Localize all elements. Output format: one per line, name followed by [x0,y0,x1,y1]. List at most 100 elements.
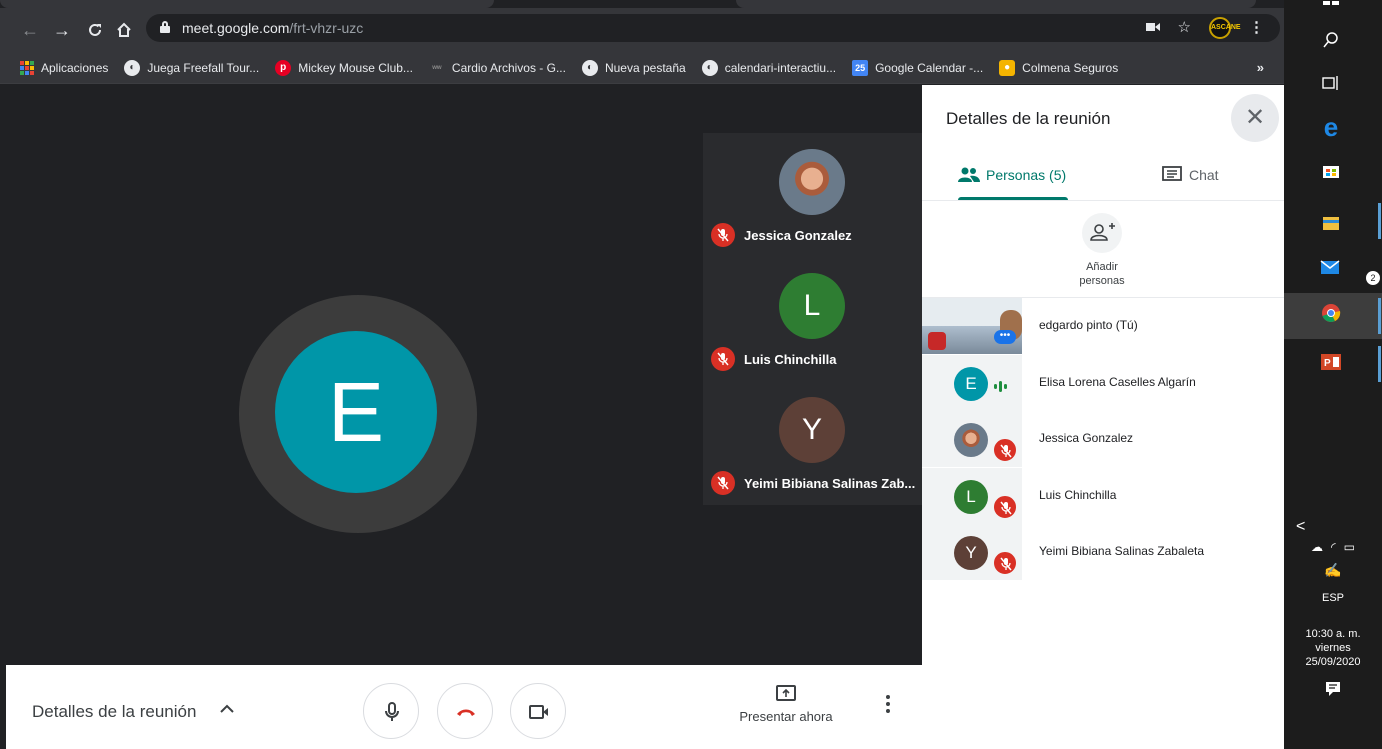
bookmark-label: Aplicaciones [41,60,109,75]
mic-off-icon [711,223,735,247]
participant-name: Yeimi Bibiana Salinas Zabaleta [1039,544,1204,558]
audio-level-icon [994,381,1007,392]
browser-menu-icon[interactable]: ⋮ [1249,18,1264,38]
participant-tiles: Jessica Gonzalez L Luis Chinchilla Y Yei… [703,133,922,505]
list-item[interactable]: ••• edgardo pinto (Tú) [922,298,1284,354]
mic-off-icon [992,494,1018,520]
file-explorer-icon[interactable] [1316,210,1346,240]
participant-name: Yeimi Bibiana Salinas Zab... [744,476,916,491]
store-icon[interactable] [1316,158,1346,188]
bookmark-label: Juega Freefall Tour... [147,60,260,75]
lock-icon[interactable] [160,21,170,33]
chrome-icon[interactable] [1316,302,1346,332]
meet-stage: E Jessica Gonzalez L Luis Chinchilla Y Y… [6,85,922,665]
mail-badge: 2 [1366,271,1380,285]
list-item[interactable]: E Elisa Lorena Caselles Algarín [922,355,1284,411]
add-people-label: Añadir personas [1052,260,1152,288]
list-item[interactable]: Y Yeimi Bibiana Salinas Zabaleta [922,524,1284,580]
clock[interactable]: 10:30 a. m. viernes 25/09/2020 [1284,627,1382,669]
leave-call-button[interactable] [437,683,493,739]
avatar: L [954,480,988,514]
bookmark-label: Cardio Archivos - G... [451,60,566,75]
tab-chat[interactable]: Chat [1162,149,1219,201]
bookmarks-bar: Aplicaciones ◐ Juega Freefall Tour... p … [0,52,1284,84]
tab-people-label: Personas (5) [986,167,1067,183]
browser-tab[interactable] [0,0,494,8]
mic-off-icon [992,437,1018,463]
wifi-icon[interactable]: ◜ [1331,540,1336,554]
list-item[interactable]: Jessica Gonzalez [922,411,1284,467]
clock-time: 10:30 a. m. [1305,628,1361,640]
bookmarks-overflow-icon[interactable]: » [1257,60,1264,75]
extension-icon[interactable]: ASCANE [1209,17,1241,39]
tab-chat-label: Chat [1189,167,1219,183]
bookmark-aplicaciones[interactable]: Aplicaciones [20,60,109,75]
list-item[interactable]: L Luis Chinchilla [922,468,1284,524]
participant-name: edgardo pinto (Tú) [1039,318,1138,332]
browser-tab[interactable] [736,0,1256,8]
meeting-details-toggle[interactable]: Detalles de la reunión [32,702,196,722]
home-icon[interactable] [112,18,136,42]
search-icon[interactable] [1316,28,1346,58]
chevron-up-icon[interactable] [220,701,234,717]
url-text: meet.google.com/frt-vhzr-uzc [182,20,363,36]
avatar [954,423,988,457]
add-people-label-line2: personas [1079,275,1125,287]
bookmark-calendari[interactable]: ◐ calendari-interactiu... [701,59,836,76]
bookmark-mickey[interactable]: p Mickey Mouse Club... [275,59,413,76]
apps-grid-icon [20,60,34,75]
tray-icons: ☁ ◜ ▭ [1284,540,1382,554]
participant-name: Jessica Gonzalez [1039,431,1134,445]
avatar: L [779,273,845,339]
screen: ← → meet.google.com/frt-vhzr-uzc ☆ ASCAN… [0,0,1382,749]
cardio-icon: ʷʷ [432,62,442,73]
microphone-button[interactable] [363,683,419,739]
self-video-thumbnail: ••• [922,298,1022,354]
windows-taskbar: e 2 P < ☁ ◜ ▭ ✍ ESP 10:30 a. m. viernes … [1284,0,1382,749]
camera-indicator-icon[interactable] [1145,18,1160,38]
star-icon[interactable]: ☆ [1178,18,1191,38]
participant-tile[interactable]: L Luis Chinchilla [703,257,922,381]
pinterest-icon: p [275,59,292,76]
bookmark-nueva-pestana[interactable]: ◐ Nueva pestaña [581,59,686,76]
bookmark-label: Google Calendar -... [875,60,984,75]
address-bar[interactable]: meet.google.com/frt-vhzr-uzc ☆ ASCANE ⋮ [146,14,1280,42]
bookmark-google-calendar[interactable]: 25 Google Calendar -... [852,59,984,76]
close-panel-button[interactable]: ✕ [1231,94,1279,142]
start-icon[interactable] [1316,0,1346,14]
main-speaker-ring: E [239,295,477,533]
add-people-button[interactable] [1082,213,1122,253]
back-icon[interactable]: ← [18,18,42,42]
tab-people[interactable]: Personas (5) [958,149,1066,201]
bookmark-label: Nueva pestaña [604,60,686,75]
forward-icon[interactable]: → [50,18,74,42]
participant-tile[interactable]: Y Yeimi Bibiana Salinas Zab... [703,381,922,505]
pen-icon[interactable]: ✍ [1284,562,1382,579]
present-now-label: Presentar ahora [739,709,833,724]
camera-button[interactable] [510,683,566,739]
mic-off-icon [711,471,735,495]
avatar: Y [779,397,845,463]
edge-icon[interactable]: e [1316,112,1346,142]
more-options-icon[interactable] [886,695,892,716]
present-screen-icon [776,685,796,701]
add-people-label-line1: Añadir [1086,261,1118,273]
svg-text:P: P [1324,358,1331,369]
powerpoint-icon[interactable]: P [1316,350,1346,380]
bookmark-freefall[interactable]: ◐ Juega Freefall Tour... [124,59,260,76]
notifications-icon[interactable] [1284,681,1382,702]
reload-icon[interactable] [83,18,107,42]
mic-off-icon [992,550,1018,576]
show-hidden-icons[interactable]: < [1284,519,1382,535]
mail-icon[interactable]: 2 [1316,255,1380,285]
bookmark-cardio[interactable]: ʷʷ Cardio Archivos - G... [429,60,566,76]
speaking-dots-icon: ••• [994,330,1016,344]
present-now-button[interactable]: Presentar ahora [736,685,836,724]
battery-icon[interactable]: ▭ [1344,540,1355,554]
meeting-details-panel: Detalles de la reunión ✕ Personas (5) Ch… [922,85,1284,749]
task-view-icon[interactable] [1316,70,1346,100]
input-language[interactable]: ESP [1284,591,1382,605]
bookmark-colmena[interactable]: ● Colmena Seguros [999,59,1118,76]
onedrive-icon[interactable]: ☁ [1311,540,1323,554]
participant-tile[interactable]: Jessica Gonzalez [703,133,922,257]
